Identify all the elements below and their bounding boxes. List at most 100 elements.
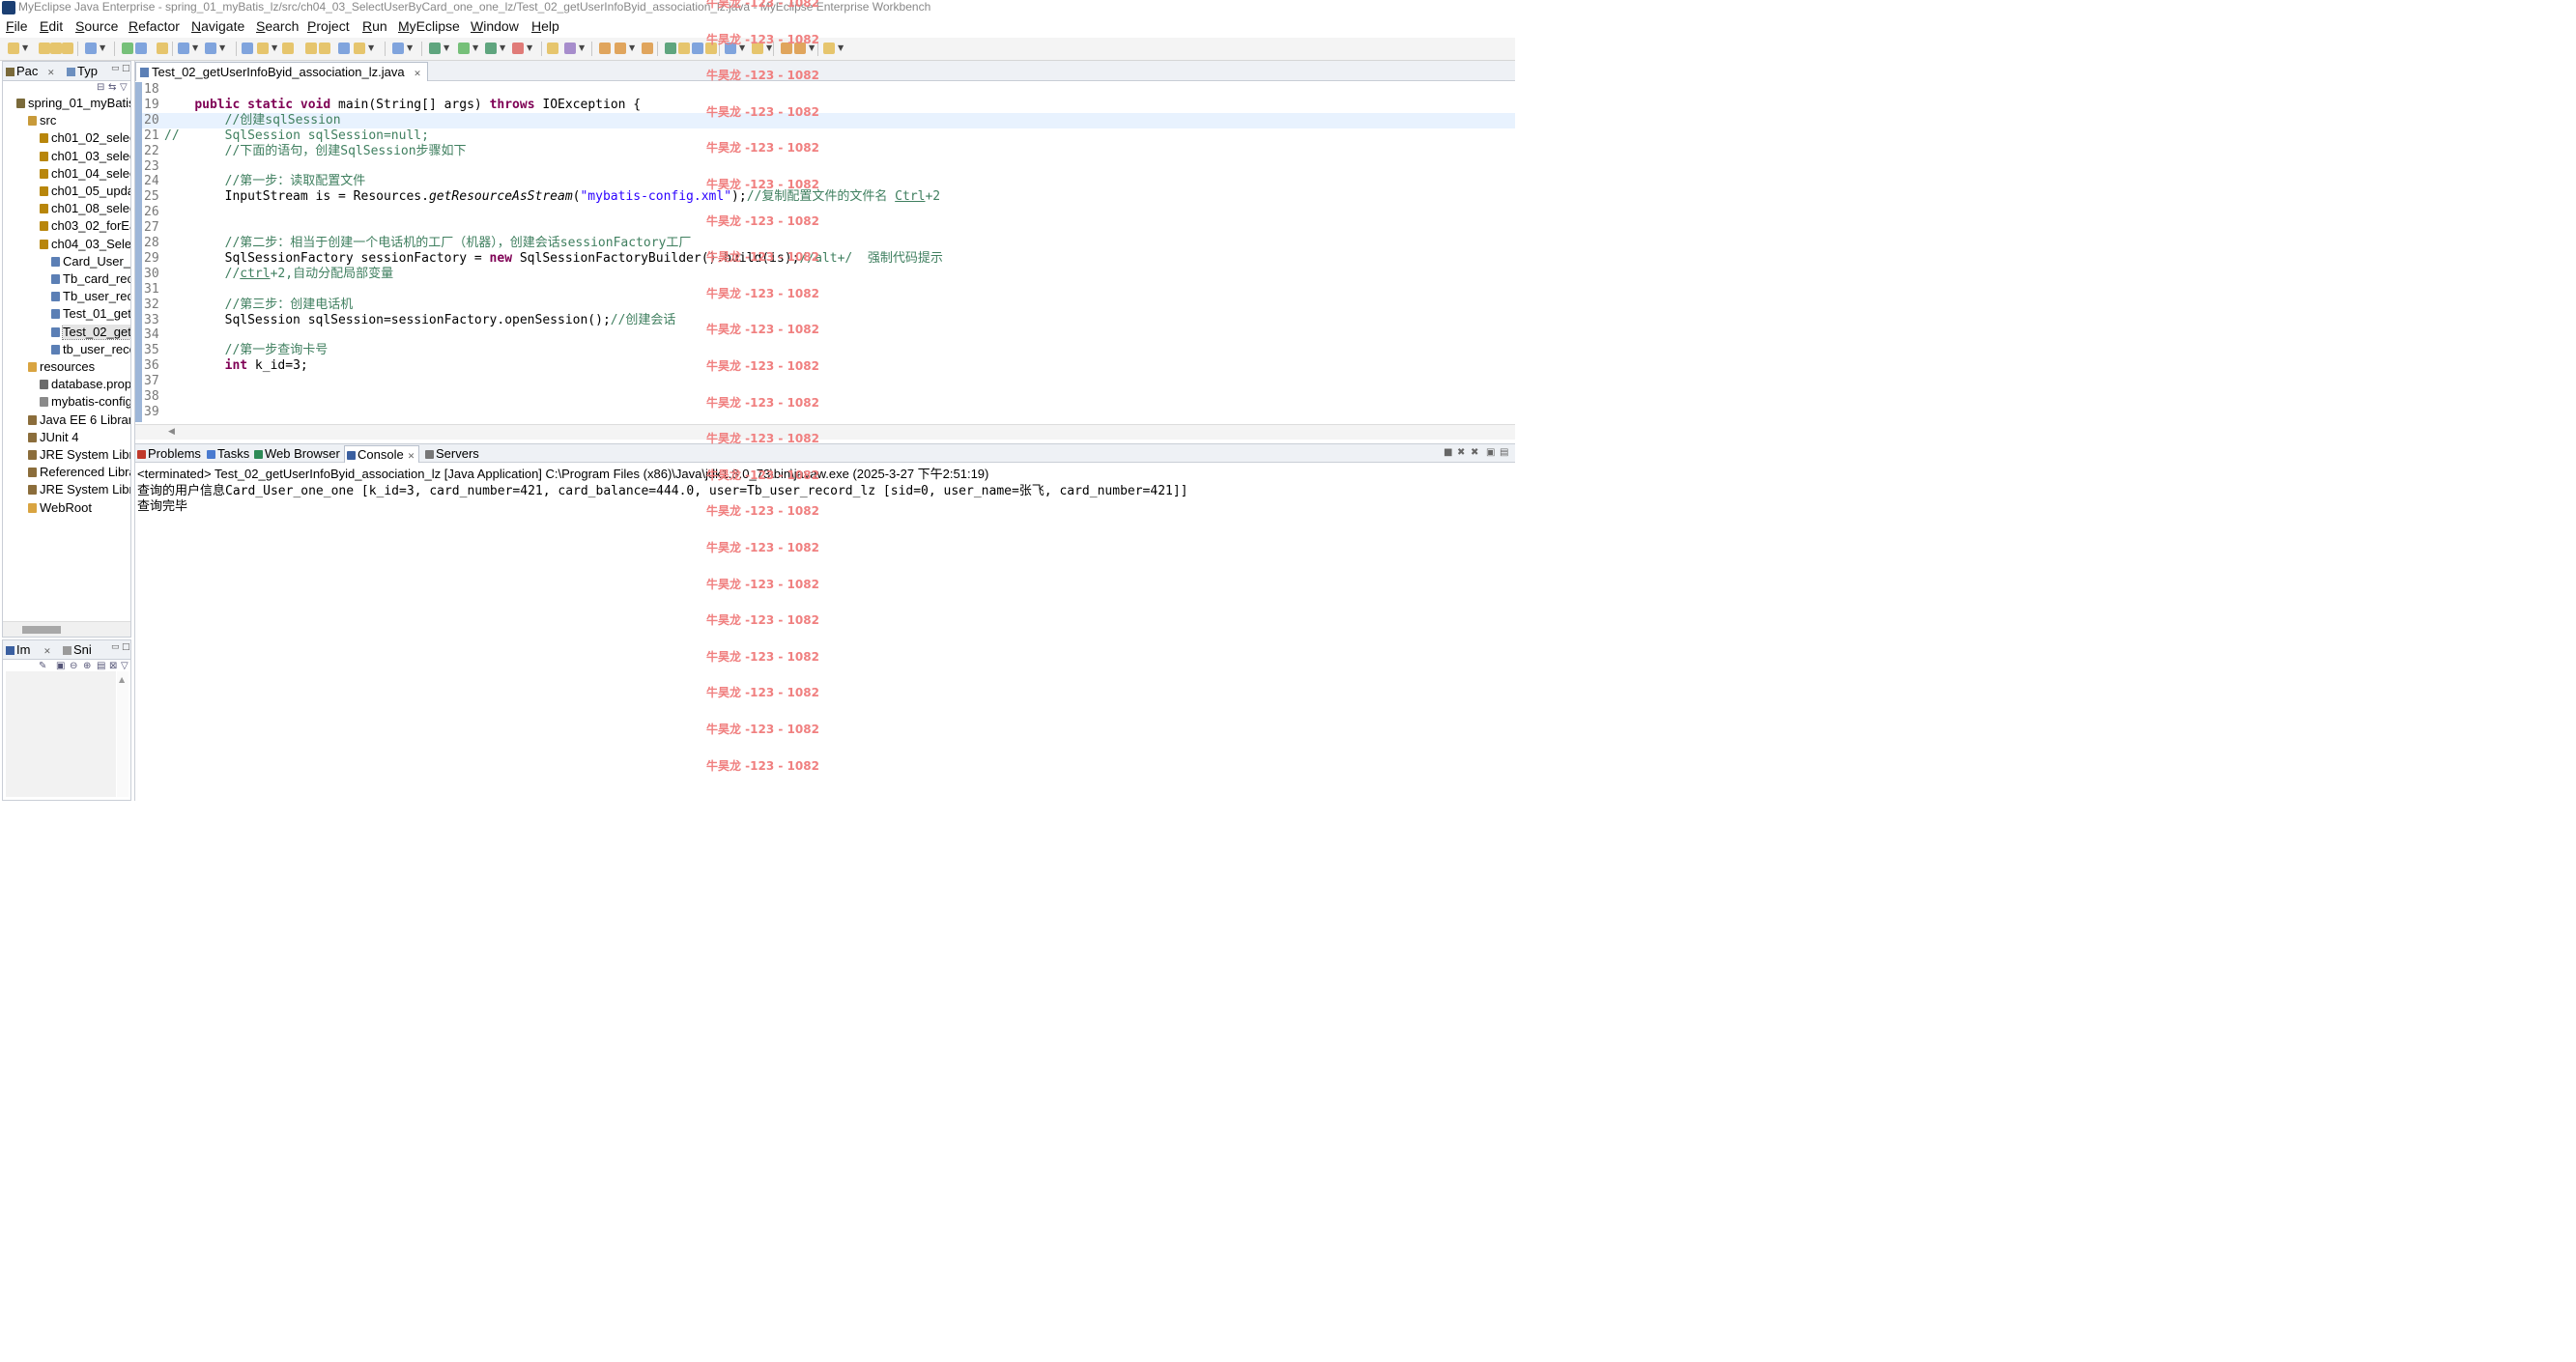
menu-source[interactable]: Source bbox=[75, 18, 118, 34]
tree-item[interactable]: ch04_03_Select bbox=[40, 237, 130, 254]
toolbar-action-33-icon[interactable] bbox=[752, 43, 763, 54]
tree-item[interactable]: database.properties bbox=[40, 377, 130, 394]
close-icon[interactable]: ✕ bbox=[414, 69, 421, 78]
tree-item[interactable]: ch03_02_forEach bbox=[40, 218, 130, 236]
tree-item[interactable]: ch01_03_select bbox=[40, 149, 130, 166]
display-console-icon[interactable]: ▣ bbox=[1486, 447, 1495, 458]
editor-tab-active-file[interactable]: Test_02_getUserInfoByid_association_lz.j… bbox=[135, 62, 428, 81]
toolbar-action-15-icon[interactable] bbox=[319, 43, 330, 54]
menu-window[interactable]: Window bbox=[471, 18, 519, 34]
menu-refactor[interactable]: Refactor bbox=[129, 18, 180, 34]
view-menu-icon[interactable]: ▽ bbox=[121, 661, 129, 671]
toolbar-action-36-icon[interactable] bbox=[823, 43, 835, 54]
chevron-down-icon[interactable]: ▼ bbox=[407, 43, 413, 52]
menu-edit[interactable]: Edit bbox=[40, 18, 63, 34]
chevron-down-icon[interactable]: ▼ bbox=[368, 43, 374, 52]
tab-web-browser[interactable]: Web Browser bbox=[252, 445, 344, 463]
editor-horizontal-scrollbar[interactable]: ◀ bbox=[135, 424, 1515, 440]
zoom-in-icon[interactable]: ⊕ bbox=[83, 661, 91, 671]
tab-image-preview[interactable]: Im ✕ bbox=[6, 642, 51, 657]
stop-icon[interactable]: ■ bbox=[1444, 447, 1452, 458]
chevron-down-icon[interactable]: ▼ bbox=[472, 43, 478, 52]
toolbar-action-26-icon[interactable] bbox=[615, 43, 626, 54]
toolbar-action-7-icon[interactable] bbox=[135, 43, 147, 54]
toolbar-action-1-icon[interactable] bbox=[8, 43, 19, 54]
package-horizontal-scrollbar[interactable] bbox=[3, 621, 130, 637]
toolbar-action-2-icon[interactable] bbox=[39, 43, 50, 54]
view-menu-icon[interactable]: ▽ bbox=[120, 82, 128, 93]
tree-item[interactable]: ch01_04_select bbox=[40, 166, 130, 184]
collapse-all-icon[interactable]: ⊟ bbox=[97, 82, 104, 93]
chevron-down-icon[interactable]: ▼ bbox=[739, 43, 745, 52]
pin-console-icon[interactable]: ▤ bbox=[1500, 447, 1508, 458]
chevron-down-icon[interactable]: ▼ bbox=[838, 43, 844, 52]
toolbar-action-10-icon[interactable] bbox=[205, 43, 216, 54]
chevron-down-icon[interactable]: ▼ bbox=[579, 43, 585, 52]
close-icon[interactable]: ✕ bbox=[43, 646, 51, 656]
tree-item[interactable]: src bbox=[28, 113, 130, 130]
tree-item[interactable]: ch01_08_select bbox=[40, 201, 130, 218]
tree-item[interactable]: Test_01_getUser bbox=[51, 306, 130, 324]
chevron-down-icon[interactable]: ▼ bbox=[500, 43, 505, 52]
chevron-down-icon[interactable]: ▼ bbox=[629, 43, 635, 52]
menu-run[interactable]: Run bbox=[362, 18, 387, 34]
chevron-down-icon[interactable]: ▼ bbox=[219, 43, 225, 52]
remove-launch-icon[interactable]: ✖ bbox=[1457, 447, 1465, 458]
toolbar-action-29-icon[interactable] bbox=[678, 43, 690, 54]
tree-item[interactable]: resources bbox=[28, 359, 130, 377]
menu-file[interactable]: File bbox=[6, 18, 28, 34]
tree-item[interactable]: Card_User_one_one bbox=[51, 254, 130, 271]
scroll-left-icon[interactable]: ◀ bbox=[168, 427, 175, 437]
tree-item[interactable]: Tb_card_record bbox=[51, 271, 130, 289]
toolbar-action-12-icon[interactable] bbox=[257, 43, 269, 54]
tree-item[interactable]: Referenced Libraries bbox=[28, 465, 130, 482]
close-icon[interactable]: ✕ bbox=[47, 68, 55, 77]
toolbar-action-32-icon[interactable] bbox=[725, 43, 736, 54]
zoom-out-icon[interactable]: ⊖ bbox=[70, 661, 77, 671]
chevron-down-icon[interactable]: ▼ bbox=[766, 43, 772, 52]
chevron-down-icon[interactable]: ▼ bbox=[100, 43, 105, 52]
toolbar-action-21-icon[interactable] bbox=[485, 43, 497, 54]
toolbar-action-31-icon[interactable] bbox=[705, 43, 717, 54]
chevron-down-icon[interactable]: ▼ bbox=[809, 43, 815, 52]
tab-snippets[interactable]: Sni bbox=[63, 642, 92, 657]
minimize-icon[interactable]: ▭ bbox=[111, 64, 120, 73]
tab-package-explorer[interactable]: Pac ✕ bbox=[6, 64, 55, 78]
toolbar-action-22-icon[interactable] bbox=[512, 43, 524, 54]
tab-tasks[interactable]: Tasks bbox=[205, 445, 253, 463]
tree-item[interactable]: JRE System Library bbox=[28, 447, 130, 465]
toolbar-action-24-icon[interactable] bbox=[564, 43, 576, 54]
toolbar-action-9-icon[interactable] bbox=[178, 43, 189, 54]
toolbar-action-25-icon[interactable] bbox=[599, 43, 611, 54]
fit-icon[interactable]: ▤ bbox=[97, 661, 105, 671]
toolbar-action-30-icon[interactable] bbox=[692, 43, 703, 54]
minimize-icon[interactable]: ▭ bbox=[111, 642, 120, 652]
tree-item[interactable]: ch01_02_select bbox=[40, 130, 130, 148]
menu-help[interactable]: Help bbox=[531, 18, 559, 34]
actual-size-icon[interactable]: ⊠ bbox=[109, 661, 117, 671]
chevron-down-icon[interactable]: ▼ bbox=[527, 43, 532, 52]
menu-myeclipse[interactable]: MyEclipse bbox=[398, 18, 460, 34]
chevron-down-icon[interactable]: ▼ bbox=[444, 43, 449, 52]
tree-item[interactable]: tb_user_record bbox=[51, 342, 130, 359]
scrollbar-thumb[interactable] bbox=[22, 626, 61, 634]
close-icon[interactable]: ✕ bbox=[408, 451, 415, 461]
tree-item[interactable]: JUnit 4 bbox=[28, 430, 130, 447]
tree-item[interactable]: ch01_05_update bbox=[40, 184, 130, 201]
toolbar-action-35-icon[interactable] bbox=[794, 43, 806, 54]
toolbar-action-13-icon[interactable] bbox=[282, 43, 294, 54]
chevron-down-icon[interactable]: ▼ bbox=[192, 43, 198, 52]
tab-console[interactable]: Console ✕ bbox=[344, 445, 420, 463]
tab-servers[interactable]: Servers bbox=[423, 445, 483, 463]
tree-item[interactable]: mybatis-config.xml bbox=[40, 394, 130, 411]
link-editor-icon[interactable]: ⇆ bbox=[108, 82, 116, 93]
tab-problems[interactable]: Problems bbox=[135, 445, 205, 463]
tree-item[interactable]: JRE System Library bbox=[28, 482, 130, 499]
toolbar-action-3-icon[interactable] bbox=[50, 43, 62, 54]
toolbar-action-17-icon[interactable] bbox=[354, 43, 365, 54]
tree-item[interactable]: spring_01_myBatis_lz bbox=[16, 96, 130, 113]
toolbar-action-6-icon[interactable] bbox=[122, 43, 133, 54]
chevron-down-icon[interactable]: ▼ bbox=[272, 43, 277, 52]
remove-all-icon[interactable]: ✖ bbox=[1471, 447, 1478, 458]
menu-navigate[interactable]: Navigate bbox=[191, 18, 244, 34]
